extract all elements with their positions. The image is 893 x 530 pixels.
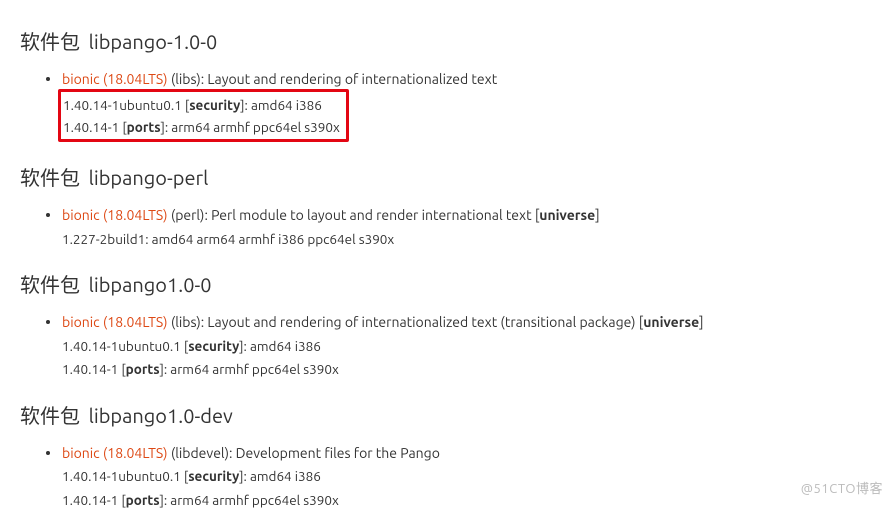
highlight-box: 1.40.14-1ubuntu0.1 [security]: amd64 i38… <box>58 89 349 142</box>
highlighted-block: 1.40.14-1ubuntu0.1 [security]: amd64 i38… <box>62 91 873 144</box>
package-heading: 软件包 libpango1.0-dev <box>20 400 873 429</box>
package-details-list: bionic (18.04LTS) (libs): Layout and ren… <box>20 312 873 381</box>
watermark-text: @51CTO博客 <box>801 478 883 497</box>
package-details-list: bionic (18.04LTS) (libs): Layout and ren… <box>20 69 873 144</box>
package-heading: 软件包 libpango1.0-0 <box>20 269 873 298</box>
release-line: bionic (18.04LTS) (libs): Layout and ren… <box>62 312 873 334</box>
heading-prefix: 软件包 <box>20 30 80 53</box>
package-description: Development files for the Pango <box>236 445 440 461</box>
heading-prefix: 软件包 <box>20 166 80 189</box>
package-name: libpango-1.0-0 <box>89 30 218 53</box>
package-name: libpango1.0-0 <box>89 273 212 296</box>
version-line: 1.227-2build1: amd64 arm64 armhf i386 pp… <box>62 230 873 252</box>
release-link[interactable]: bionic (18.04LTS) <box>62 71 168 87</box>
version-line: 1.40.14-1ubuntu0.1 [security]: amd64 i38… <box>63 96 340 116</box>
release-line: bionic (18.04LTS) (libs): Layout and ren… <box>62 69 873 91</box>
package-details-list: bionic (18.04LTS) (perl): Perl module to… <box>20 205 873 251</box>
release-link[interactable]: bionic (18.04LTS) <box>62 314 168 330</box>
package-details-list: bionic (18.04LTS) (libdevel): Developmen… <box>20 443 873 512</box>
package-heading: 软件包 libpango-perl <box>20 162 873 191</box>
heading-prefix: 软件包 <box>20 273 80 296</box>
version-line: 1.40.14-1 [ports]: arm64 armhf ppc64el s… <box>62 491 873 513</box>
version-line: 1.40.14-1 [ports]: arm64 armhf ppc64el s… <box>62 360 873 382</box>
package-name: libpango-perl <box>89 166 209 189</box>
version-line: 1.40.14-1ubuntu0.1 [security]: amd64 i38… <box>62 337 873 359</box>
section-label: (libdevel) <box>171 445 229 461</box>
section-label: (libs) <box>171 314 201 330</box>
package-description: Layout and rendering of internationalize… <box>207 314 635 330</box>
release-line: bionic (18.04LTS) (perl): Perl module to… <box>62 205 873 227</box>
package-heading: 软件包 libpango-1.0-0 <box>20 26 873 55</box>
package-description: Layout and rendering of internationalize… <box>207 71 497 87</box>
version-line: 1.40.14-1 [ports]: arm64 armhf ppc64el s… <box>63 118 340 138</box>
package-description: Perl module to layout and render interna… <box>211 207 531 223</box>
release-link[interactable]: bionic (18.04LTS) <box>62 445 168 461</box>
release-link[interactable]: bionic (18.04LTS) <box>62 207 168 223</box>
package-name: libpango1.0-dev <box>89 404 233 427</box>
section-label: (libs) <box>171 71 201 87</box>
section-label: (perl) <box>171 207 205 223</box>
version-line: 1.40.14-1ubuntu0.1 [security]: amd64 i38… <box>62 467 873 489</box>
release-line: bionic (18.04LTS) (libdevel): Developmen… <box>62 443 873 465</box>
heading-prefix: 软件包 <box>20 404 80 427</box>
